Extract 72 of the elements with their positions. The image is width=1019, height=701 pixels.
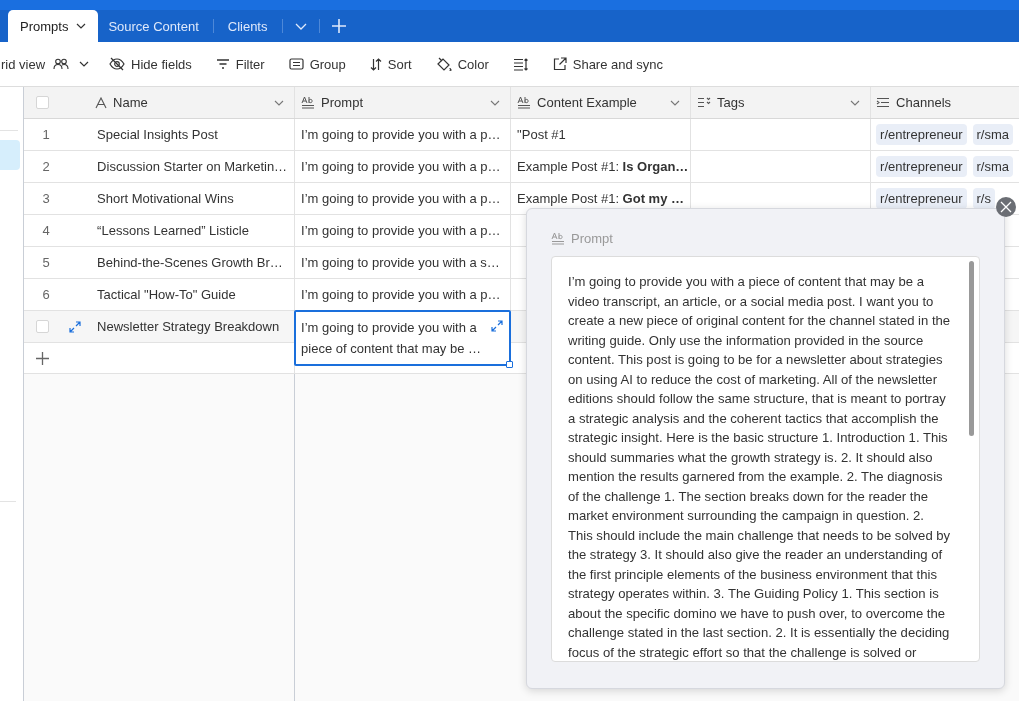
name-cell: “Lessons Learned” Listicle [97,223,249,238]
content-example-cell: Example Post #1: Got my … [517,191,684,206]
color-button[interactable]: Color [429,52,495,76]
table-row[interactable]: 3 Short Motivational Wins I’m going to provide you with a p… Example Post #1: Got my … r/entrepreneur r/s [24,183,1019,215]
column-header[interactable]: Prompt [294,87,511,118]
name-cell: Tactical "How-To" Guide [97,287,236,302]
expand-icon[interactable] [69,320,82,333]
people-icon[interactable] [53,58,70,70]
row-number: 3 [41,191,51,206]
sort-button[interactable]: Sort [363,52,418,76]
column-header[interactable]: Tags [690,87,871,118]
chevron-down-icon[interactable] [79,61,90,67]
chevron-down-icon [76,23,87,29]
linked-records-icon [876,97,891,108]
selected-cell[interactable]: I’m going to provide you with a piece of content that may be … [294,310,512,366]
scrollbar[interactable] [969,261,974,436]
filter-button[interactable]: Filter [209,52,271,76]
paint-bucket-icon [435,56,452,72]
group-button[interactable]: Group [282,52,352,76]
row-number: 5 [41,255,51,270]
table-tab[interactable]: Source Content [98,10,209,42]
prompt-cell: I’m going to provide you with a p… [301,287,501,302]
table-row[interactable]: 1 Special Insights Post I’m going to provide you with a p… "Post #1 r/entrepreneur r/sma [24,119,1019,151]
column-header[interactable]: Channels [870,87,1019,118]
long-text-icon [301,96,316,109]
hide-button[interactable]: Hide fields [103,52,198,76]
sort-arrows-icon [369,57,382,71]
row-checkbox[interactable] [36,320,50,333]
external-link-icon [552,57,567,71]
row-number: 1 [41,127,51,142]
prompt-cell: I’m going to provide you with a s… [301,255,500,270]
channel-tag: r/entrepreneur [876,124,967,145]
content-example-cell: Example Post #1: Is Organ… [517,159,689,174]
row-number: 6 [41,287,51,302]
field-label: Prompt [571,231,613,246]
prompt-cell: I’m going to provide you with a p… [301,191,501,206]
expand-icon[interactable] [491,320,504,332]
name-cell: Short Motivational Wins [97,191,234,206]
prompt-cell: I’m going to provide you with a p… [301,159,501,174]
channel-tag: r/s [972,188,995,209]
name-cell: Newsletter Strategy Breakdown [97,319,280,334]
group-icon [288,58,304,70]
add-icon[interactable] [331,19,346,33]
prompt-cell: I’m going to provide you with a p… [301,223,501,238]
table-tab[interactable]: Prompts [8,10,99,42]
text-field-icon [95,96,108,109]
eye-slash-icon [109,57,126,71]
prompt-cell: I’m going to provide you with a p… [301,127,501,142]
channel-tag: r/sma [972,156,1013,177]
channel-tag: r/sma [972,124,1013,145]
filter-icon [215,59,230,69]
long-text-icon [551,232,565,245]
share-button[interactable]: Share and sync [546,52,670,76]
channel-tag: r/entrepreneur [876,156,967,177]
name-cell: Discussion Starter on Marketin… [97,159,288,174]
name-cell: Special Insights Post [97,127,218,142]
column-header[interactable]: Name [87,87,295,118]
select-all-checkbox[interactable] [36,96,50,109]
content-example-cell: "Post #1 [517,127,566,142]
channel-tag: r/entrepreneur [876,188,967,209]
text-area[interactable]: I’m going to provide you with a piece of content that may be a video transcript, an article, or a social media post. I want you to create a new piece of original content for the channel stated in the writing guide. Only use the information provided in the source content. This post is going to be for a newsletter about strategies on using AI to reduce the cost of marketing. All of the newsletter editions should follow the same structure, that is meant to portray a strategic analysis and the coherent tactics that accomplish the strategic insight. Here is the basic structure 1. Introduction 1. This should summaries what the growth strategy is. 2. It should also mention the results garnered from the example. 2. The diagnosis of the challenge 1. The section breaks down for the reader the market environment surrounding the campaign in question. 2. This should include the main challenge that needs to be solved by the strategy 3. It should also give the reader an understanding of the first principle elements of the business environment that this strategy operates within. 3. The Guiding Policy 1. This section is about the specific domino we have to push over, to overcome the challenge stated in the last section. 2. It is essentially the deciding focus of the strategic effort so that the challenge is solved or [551,256,980,662]
table-row[interactable]: 2 Discussion Starter on Marketin… I’m going to provide you with a p… Example Post #1: Is Organ… r/entrepreneur r/sma [24,151,1019,183]
view-name[interactable]: rid view [1,56,46,72]
add-row-icon[interactable] [36,351,50,365]
row-number: 4 [41,223,51,238]
list-icon [697,97,712,108]
fill-handle[interactable] [506,361,514,368]
long-text-icon [517,96,532,109]
name-cell: Behind-the-Scenes Growth Br… [97,255,283,270]
table-tab[interactable]: Clients [217,10,278,42]
column-header[interactable]: Content Example [510,87,691,118]
row-number: 2 [41,159,51,174]
